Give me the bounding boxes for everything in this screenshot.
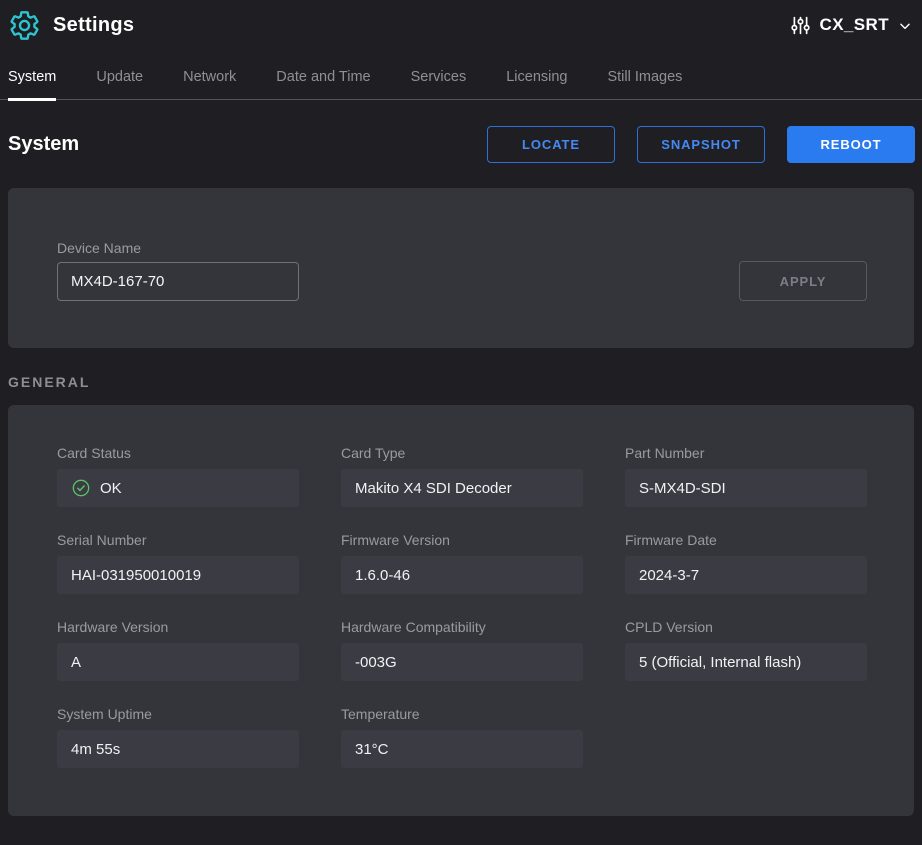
- field-hardware-compatibility: Hardware Compatibility -003G: [341, 619, 583, 681]
- field-label: Firmware Version: [341, 532, 583, 549]
- field-value: 2024-3-7: [639, 567, 699, 584]
- readonly-field: OK: [57, 469, 299, 507]
- readonly-field: S-MX4D-SDI: [625, 469, 867, 507]
- field-value: 5 (Official, Internal flash): [639, 654, 801, 671]
- device-name-input[interactable]: [57, 262, 299, 301]
- tab-still-images[interactable]: Still Images: [607, 55, 682, 101]
- tab-update[interactable]: Update: [96, 55, 143, 101]
- device-selector-label: CX_SRT: [820, 15, 889, 35]
- field-label: Hardware Version: [57, 619, 299, 636]
- app-header: Settings CX_SRT: [0, 0, 922, 50]
- field-cpld-version: CPLD Version 5 (Official, Internal flash): [625, 619, 867, 681]
- field-value: Makito X4 SDI Decoder: [355, 480, 512, 497]
- field-label: Part Number: [625, 445, 867, 462]
- device-selector[interactable]: CX_SRT: [790, 15, 912, 36]
- readonly-field: Makito X4 SDI Decoder: [341, 469, 583, 507]
- field-temperature: Temperature 31°C: [341, 706, 583, 768]
- general-grid: Card Status OK Card Type Makito X4 SDI Deco…: [57, 445, 867, 768]
- chevron-down-icon: [898, 17, 912, 33]
- field-value: 1.6.0-46: [355, 567, 410, 584]
- field-system-uptime: System Uptime 4m 55s: [57, 706, 299, 768]
- readonly-field: 5 (Official, Internal flash): [625, 643, 867, 681]
- system-section-header: System LOCATE SNAPSHOT REBOOT: [0, 100, 922, 188]
- field-serial-number: Serial Number HAI-031950010019: [57, 532, 299, 594]
- readonly-field: 31°C: [341, 730, 583, 768]
- readonly-field: 4m 55s: [57, 730, 299, 768]
- tab-licensing[interactable]: Licensing: [506, 55, 567, 101]
- field-card-status: Card Status OK: [57, 445, 299, 507]
- field-firmware-version: Firmware Version 1.6.0-46: [341, 532, 583, 594]
- readonly-field: 1.6.0-46: [341, 556, 583, 594]
- system-actions: LOCATE SNAPSHOT REBOOT: [487, 126, 915, 163]
- device-name-card: Device Name APPLY: [8, 188, 914, 348]
- tab-date-and-time[interactable]: Date and Time: [276, 55, 370, 101]
- field-value: A: [71, 654, 81, 671]
- apply-button[interactable]: APPLY: [739, 261, 867, 301]
- field-label: Serial Number: [57, 532, 299, 549]
- locate-button[interactable]: LOCATE: [487, 126, 615, 163]
- readonly-field: 2024-3-7: [625, 556, 867, 594]
- field-label: Firmware Date: [625, 532, 867, 549]
- field-label: System Uptime: [57, 706, 299, 723]
- field-label: Temperature: [341, 706, 583, 723]
- field-card-type: Card Type Makito X4 SDI Decoder: [341, 445, 583, 507]
- field-hardware-version: Hardware Version A: [57, 619, 299, 681]
- general-heading: GENERAL: [8, 374, 914, 390]
- section-title: System: [8, 133, 79, 156]
- tab-services[interactable]: Services: [411, 55, 467, 101]
- field-value: HAI-031950010019: [71, 567, 201, 584]
- field-label: Card Status: [57, 445, 299, 462]
- field-value: 31°C: [355, 741, 389, 758]
- gear-icon: [8, 9, 41, 42]
- readonly-field: -003G: [341, 643, 583, 681]
- field-part-number: Part Number S-MX4D-SDI: [625, 445, 867, 507]
- field-label: Card Type: [341, 445, 583, 462]
- tab-network[interactable]: Network: [183, 55, 236, 101]
- readonly-field: HAI-031950010019: [57, 556, 299, 594]
- general-card: Card Status OK Card Type Makito X4 SDI Deco…: [8, 405, 914, 816]
- field-label: Hardware Compatibility: [341, 619, 583, 636]
- field-label: CPLD Version: [625, 619, 867, 636]
- field-value: S-MX4D-SDI: [639, 480, 726, 497]
- field-firmware-date: Firmware Date 2024-3-7: [625, 532, 867, 594]
- page-title: Settings: [53, 14, 134, 37]
- readonly-field: A: [57, 643, 299, 681]
- snapshot-button[interactable]: SNAPSHOT: [637, 126, 765, 163]
- device-name-label: Device Name: [57, 240, 141, 257]
- field-value: OK: [100, 480, 122, 497]
- check-circle-icon: [71, 478, 91, 498]
- field-value: 4m 55s: [71, 741, 120, 758]
- settings-page: Settings CX_SRT System Update Network Date …: [0, 0, 922, 845]
- sliders-icon: [790, 15, 811, 36]
- reboot-button[interactable]: REBOOT: [787, 126, 915, 163]
- tab-bar: System Update Network Date and Time Services…: [0, 50, 922, 100]
- tab-system[interactable]: System: [8, 55, 56, 101]
- field-value: -003G: [355, 654, 397, 671]
